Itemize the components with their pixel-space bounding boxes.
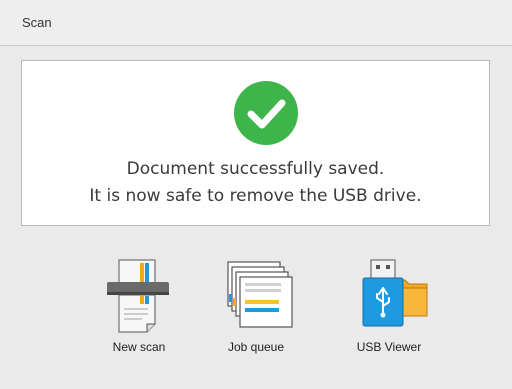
checkmark-success-icon bbox=[234, 81, 298, 145]
scanner-icon bbox=[107, 259, 169, 333]
job-queue-icon bbox=[227, 261, 293, 328]
job-queue-button[interactable]: Job queue bbox=[201, 254, 311, 364]
status-message-line1: Document successfully saved. bbox=[126, 159, 385, 179]
new-scan-button[interactable]: New scan bbox=[84, 254, 194, 364]
usb-folder-icon bbox=[362, 259, 428, 327]
page-title: Scan bbox=[22, 15, 52, 30]
title-bar: Scan bbox=[0, 0, 512, 46]
usb-viewer-button[interactable]: USB Viewer bbox=[334, 254, 444, 364]
new-scan-label: New scan bbox=[112, 340, 166, 354]
status-message-panel: Document successfully saved. It is now s… bbox=[21, 60, 490, 226]
usb-viewer-label: USB Viewer bbox=[356, 340, 422, 354]
job-queue-label: Job queue bbox=[227, 340, 285, 354]
status-message-line2: It is now safe to remove the USB drive. bbox=[89, 186, 422, 206]
